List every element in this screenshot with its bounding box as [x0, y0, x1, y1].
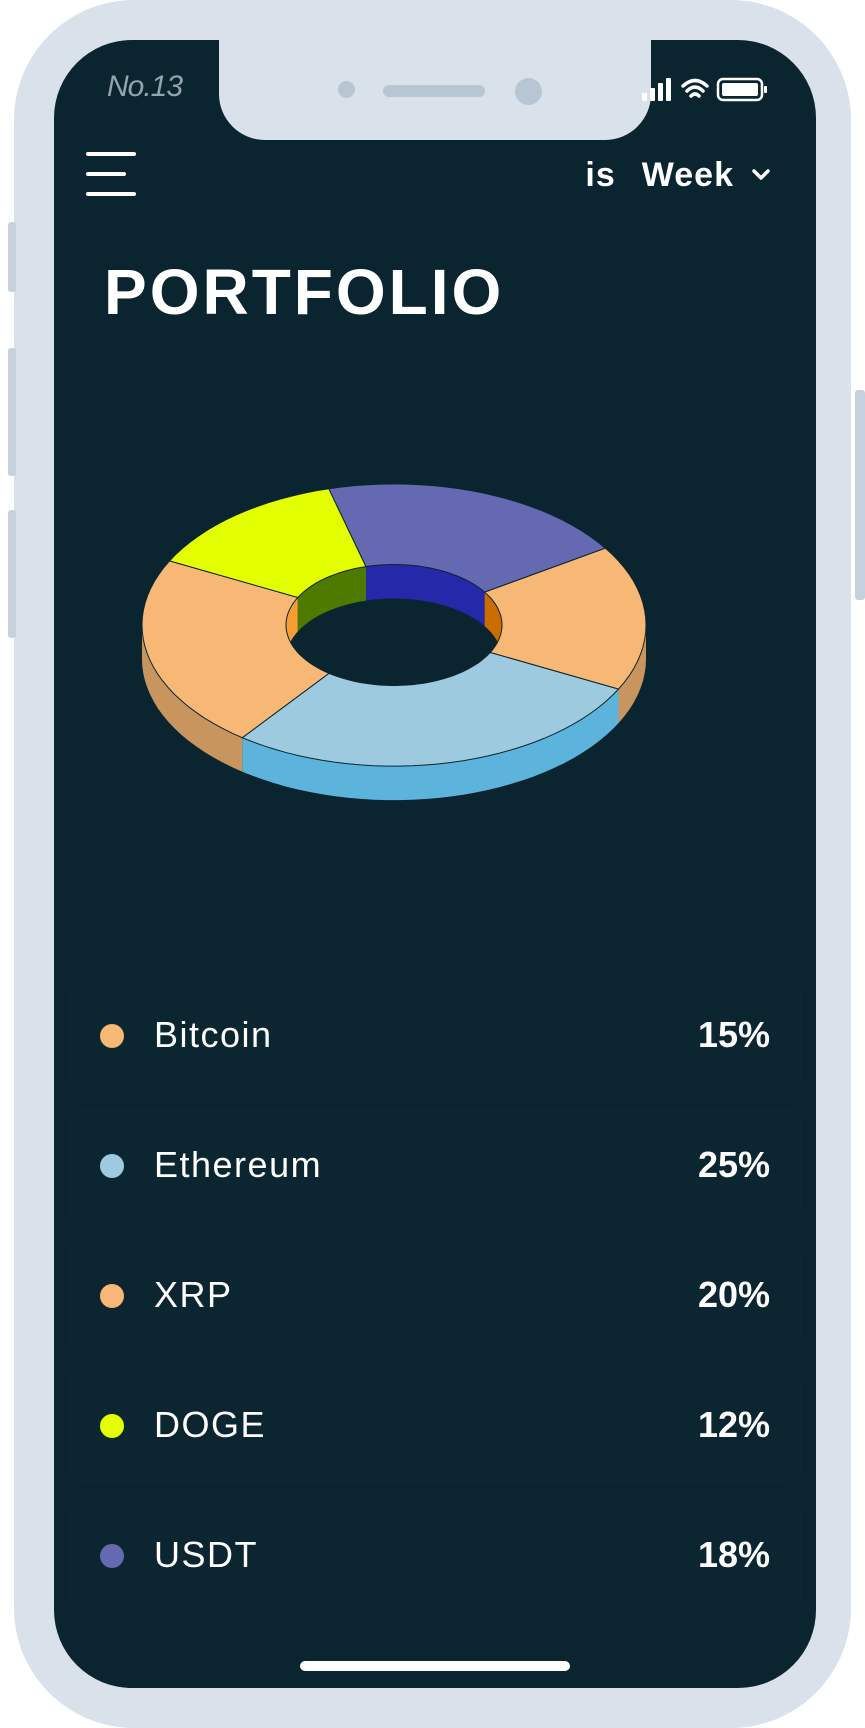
asset-percent: 15%	[697, 1014, 770, 1055]
asset-percent: 18%	[697, 1534, 770, 1575]
status-icons	[642, 77, 767, 102]
list-item-xrp[interactable]: XRP 20%	[70, 1240, 800, 1352]
menu-icon[interactable]	[86, 152, 138, 198]
list-item-usdt[interactable]: USDT 18%	[70, 1500, 800, 1612]
asset-name: XRP	[154, 1274, 233, 1315]
usdt-color-dot	[100, 1544, 124, 1568]
signal-icon	[642, 78, 671, 101]
asset-name: USDT	[154, 1534, 258, 1575]
bitcoin-color-dot	[100, 1024, 124, 1048]
period-selector[interactable]: is Week	[585, 150, 772, 200]
volume-down-button	[8, 510, 16, 638]
asset-name: DOGE	[154, 1404, 267, 1445]
list-item-ethereum[interactable]: Ethereum 25%	[70, 1110, 800, 1222]
xrp-color-dot	[100, 1284, 124, 1308]
sensor-icon	[338, 81, 355, 98]
period-prefix: is	[585, 155, 616, 194]
camera-icon	[515, 78, 542, 105]
asset-percent: 25%	[697, 1144, 770, 1185]
power-button	[855, 390, 865, 600]
portfolio-chart	[54, 380, 816, 960]
asset-percent: 12%	[697, 1404, 770, 1445]
page-title: PORTFOLIO	[104, 256, 505, 328]
volume-up-button	[8, 348, 16, 476]
home-indicator[interactable]	[300, 1661, 570, 1671]
app-screen: No.13 is Week PORTFOLIO Bitcoin 15% Ethe…	[54, 40, 816, 1688]
chevron-down-icon	[752, 169, 770, 180]
list-item-bitcoin[interactable]: Bitcoin 15%	[70, 980, 800, 1092]
donut-chart	[141, 483, 647, 801]
doge-color-dot	[100, 1414, 124, 1438]
wifi-icon	[681, 78, 709, 98]
notch	[219, 40, 651, 140]
asset-name: Bitcoin	[154, 1014, 273, 1055]
period-value: Week	[641, 155, 734, 194]
speaker-grille	[383, 85, 485, 97]
battery-icon	[716, 77, 767, 102]
list-item-doge[interactable]: DOGE 12%	[70, 1370, 800, 1482]
asset-name: Ethereum	[154, 1144, 323, 1185]
asset-percent: 20%	[697, 1274, 770, 1315]
mute-switch	[8, 222, 16, 292]
status-label: No.13	[107, 70, 183, 103]
portfolio-list: Bitcoin 15% Ethereum 25% XRP 20% DOGE 12…	[70, 980, 800, 1630]
ethereum-color-dot	[100, 1154, 124, 1178]
